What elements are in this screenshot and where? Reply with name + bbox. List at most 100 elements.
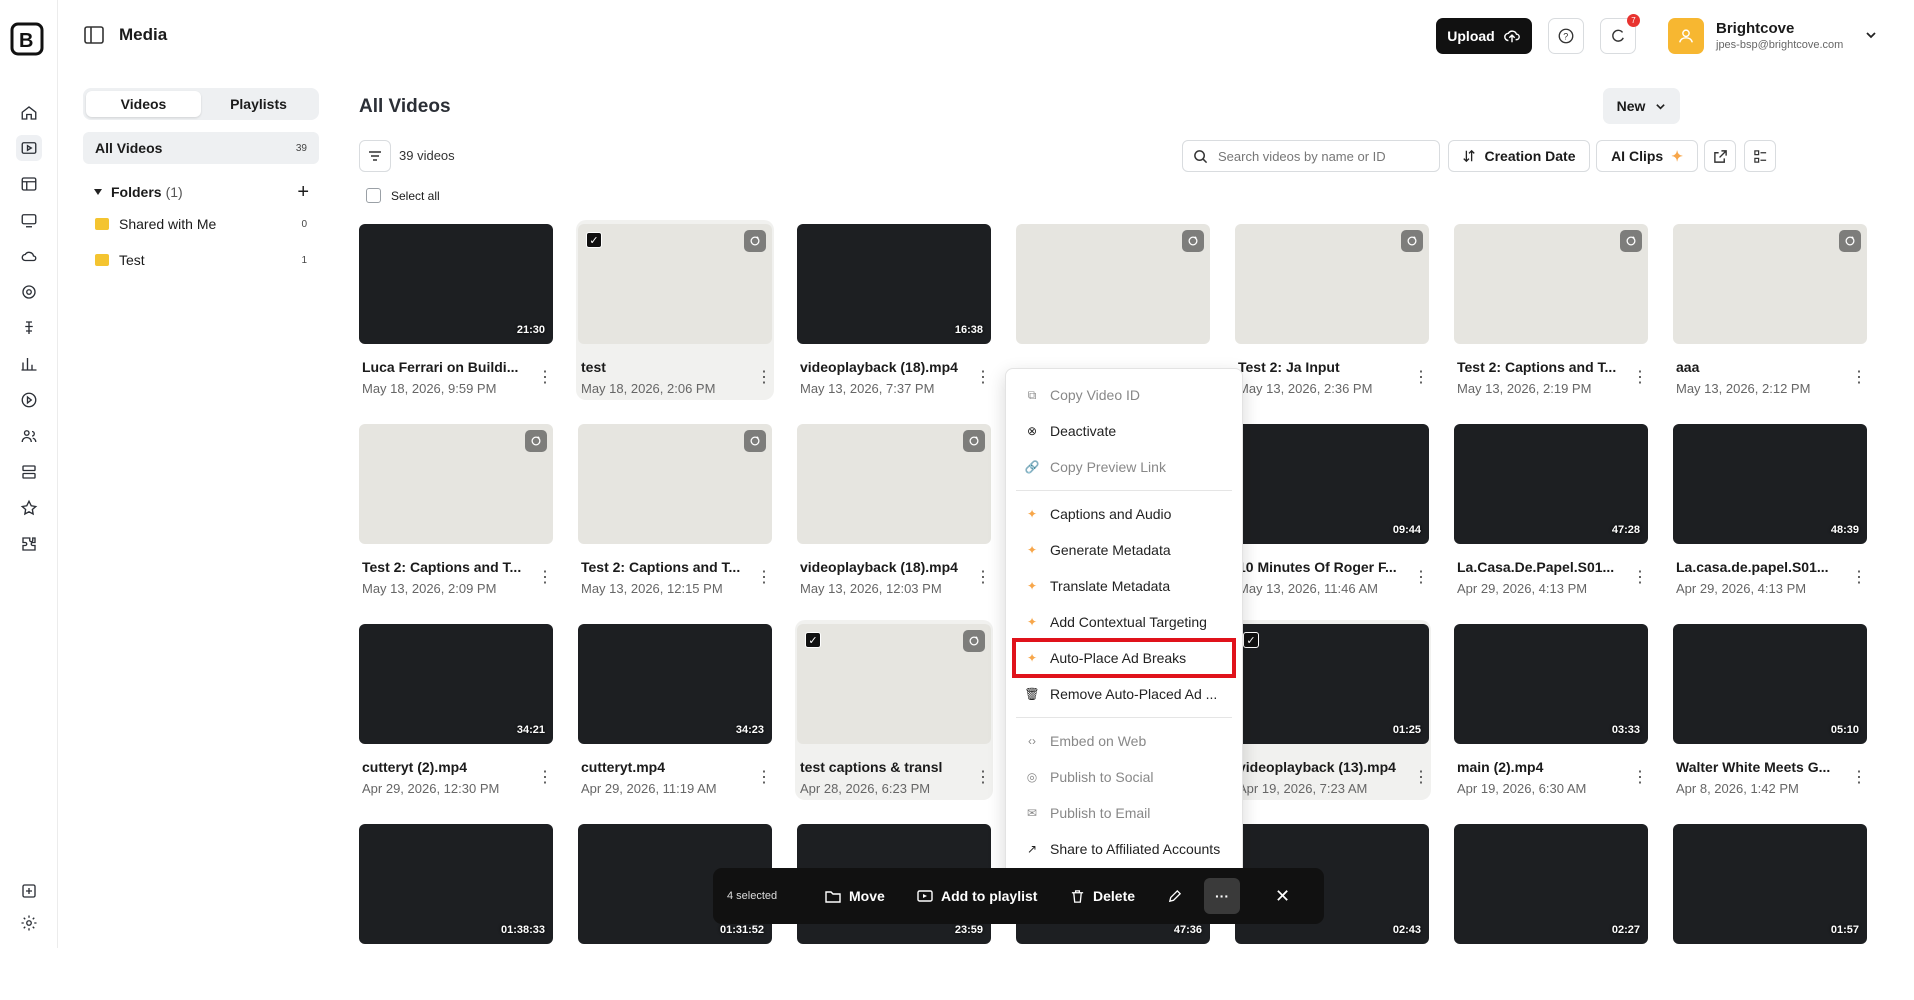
- more-options-icon[interactable]: ⋮: [1632, 370, 1648, 386]
- add-app-icon[interactable]: [16, 878, 42, 904]
- play-circle-icon[interactable]: [16, 387, 42, 413]
- video-name[interactable]: videoplayback (13).mp4: [1238, 759, 1400, 775]
- video-card[interactable]: 34:23 cutteryt.mp4 Apr 29, 2026, 11:19 AM ⋮: [576, 620, 774, 800]
- storage-icon[interactable]: [16, 459, 42, 485]
- more-options-icon[interactable]: ⋮: [975, 770, 991, 786]
- video-card[interactable]: 01:38:33: [357, 820, 555, 1000]
- video-name[interactable]: main (2).mp4: [1457, 759, 1619, 775]
- video-thumbnail[interactable]: 09:44: [1235, 424, 1429, 544]
- video-card[interactable]: 48:39 La.casa.de.papel.S01... Apr 29, 2026…: [1671, 420, 1869, 600]
- video-thumbnail[interactable]: [1454, 224, 1648, 344]
- sort-button[interactable]: Creation Date: [1448, 140, 1590, 172]
- menu-item[interactable]: ✉ Publish to Email: [1014, 795, 1234, 831]
- more-options-icon[interactable]: ⋮: [1413, 570, 1429, 586]
- menu-item[interactable]: ↗ Share to Affiliated Accounts: [1014, 831, 1234, 867]
- video-card[interactable]: Test 2: Ja Input May 13, 2026, 2:36 PM ⋮: [1233, 220, 1431, 400]
- video-name[interactable]: videoplayback (18).mp4: [800, 559, 962, 575]
- video-card[interactable]: ✓ test May 18, 2026, 2:06 PM ⋮: [576, 220, 774, 400]
- video-card[interactable]: aaa May 13, 2026, 2:12 PM ⋮: [1671, 220, 1869, 400]
- video-card[interactable]: 01:57: [1671, 820, 1869, 1000]
- video-name[interactable]: test captions & transl: [800, 759, 962, 775]
- sidebar-toggle-icon[interactable]: [83, 24, 105, 46]
- video-name[interactable]: 10 Minutes Of Roger F...: [1238, 559, 1400, 575]
- ai-clip-icon[interactable]: [744, 430, 766, 452]
- star-icon[interactable]: [16, 495, 42, 521]
- search-input[interactable]: Search videos by name or ID: [1182, 140, 1440, 172]
- more-options-icon[interactable]: ⋮: [1632, 770, 1648, 786]
- video-thumbnail[interactable]: [1673, 224, 1867, 344]
- ai-clip-icon[interactable]: [963, 630, 985, 652]
- video-thumbnail[interactable]: 48:39: [1673, 424, 1867, 544]
- video-thumbnail[interactable]: 01:57: [1673, 824, 1867, 944]
- account-menu[interactable]: Brightcove jpes-bsp@brightcove.com: [1716, 20, 1843, 51]
- video-card[interactable]: 05:10 Walter White Meets G... Apr 8, 2026,…: [1671, 620, 1869, 800]
- menu-item[interactable]: ⊗ Deactivate: [1014, 413, 1234, 449]
- media-icon[interactable]: [16, 135, 42, 161]
- video-thumbnail[interactable]: 47:28: [1454, 424, 1648, 544]
- video-name[interactable]: test: [581, 359, 743, 375]
- video-thumbnail[interactable]: 01:38:33: [359, 824, 553, 944]
- video-name[interactable]: Luca Ferrari on Buildi...: [362, 359, 524, 375]
- video-name[interactable]: Test 2: Ja Input: [1238, 359, 1400, 375]
- sidebar-item-test[interactable]: Test 1: [83, 242, 319, 278]
- video-name[interactable]: Test 2: Captions and T...: [362, 559, 524, 575]
- video-card[interactable]: 02:27: [1452, 820, 1650, 1000]
- more-options-icon[interactable]: ⋮: [756, 570, 772, 586]
- more-options-icon[interactable]: ⋮: [537, 370, 553, 386]
- video-name[interactable]: Walter White Meets G...: [1676, 759, 1838, 775]
- more-options-icon[interactable]: ⋮: [1851, 570, 1867, 586]
- more-options-icon[interactable]: ⋮: [1413, 370, 1429, 386]
- upload-button[interactable]: Upload: [1436, 18, 1532, 54]
- ai-clip-icon[interactable]: [963, 430, 985, 452]
- chevron-down-icon[interactable]: [1865, 28, 1877, 46]
- video-thumbnail[interactable]: [578, 424, 772, 544]
- video-card[interactable]: 16:38 videoplayback (18).mp4 May 13, 2026,…: [795, 220, 993, 400]
- ai-clip-icon[interactable]: [525, 430, 547, 452]
- video-name[interactable]: La.Casa.De.Papel.S01...: [1457, 559, 1619, 575]
- new-button[interactable]: New: [1603, 88, 1680, 124]
- users-icon[interactable]: [16, 423, 42, 449]
- add-to-playlist-button[interactable]: Add to playlist: [917, 888, 1037, 904]
- video-name[interactable]: Test 2: Captions and T...: [1457, 359, 1619, 375]
- video-checkbox[interactable]: ✓: [1243, 632, 1259, 648]
- video-card[interactable]: Test 2: Captions and T... May 13, 2026, 1…: [576, 420, 774, 600]
- more-options-icon[interactable]: ⋮: [756, 770, 772, 786]
- more-options-icon[interactable]: ⋮: [756, 370, 772, 386]
- home-icon[interactable]: [16, 100, 42, 126]
- help-button[interactable]: ?: [1548, 18, 1584, 54]
- delete-button[interactable]: Delete: [1070, 888, 1135, 904]
- select-all-checkbox[interactable]: [366, 188, 381, 203]
- more-options-icon[interactable]: ⋮: [1413, 770, 1429, 786]
- menu-item[interactable]: ✦ Generate Metadata: [1014, 532, 1234, 568]
- video-card[interactable]: Test 2: Captions and T... May 13, 2026, 2…: [1452, 220, 1650, 400]
- video-thumbnail[interactable]: [359, 424, 553, 544]
- video-card[interactable]: 01:25 ✓ videoplayback (13).mp4 Apr 19, 2026…: [1233, 620, 1431, 800]
- view-toggle-button[interactable]: [1744, 140, 1776, 172]
- menu-item[interactable]: ‹› Embed on Web: [1014, 723, 1234, 759]
- more-options-icon[interactable]: ⋮: [975, 570, 991, 586]
- video-thumbnail[interactable]: 34:21: [359, 624, 553, 744]
- ai-clip-icon[interactable]: [1401, 230, 1423, 252]
- catalog-icon[interactable]: [16, 171, 42, 197]
- export-button[interactable]: [1704, 140, 1736, 172]
- sidebar-item-all-videos[interactable]: All Videos 39: [83, 132, 319, 164]
- select-all[interactable]: Select all: [366, 188, 440, 203]
- video-card[interactable]: videoplayback (18).mp4 May 13, 2026, 12:0…: [795, 420, 993, 600]
- video-thumbnail[interactable]: 01:25 ✓: [1235, 624, 1429, 744]
- video-name[interactable]: aaa: [1676, 359, 1838, 375]
- avatar[interactable]: [1668, 18, 1704, 54]
- video-card[interactable]: 34:21 cutteryt (2).mp4 Apr 29, 2026, 12:30…: [357, 620, 555, 800]
- more-actions-icon[interactable]: ···: [1204, 878, 1240, 914]
- players-icon[interactable]: [16, 207, 42, 233]
- puzzle-icon[interactable]: [16, 531, 42, 557]
- cloud-icon[interactable]: [16, 243, 42, 269]
- menu-item[interactable]: 🗑 Remove Auto-Placed Ad ...: [1014, 676, 1234, 712]
- move-button[interactable]: Move: [825, 888, 885, 904]
- more-options-icon[interactable]: ⋮: [1851, 370, 1867, 386]
- menu-item[interactable]: 🔗 Copy Preview Link: [1014, 449, 1234, 485]
- video-checkbox[interactable]: ✓: [586, 232, 602, 248]
- video-thumbnail[interactable]: ✓: [578, 224, 772, 344]
- video-thumbnail[interactable]: 16:38: [797, 224, 991, 344]
- analytics-icon[interactable]: [16, 351, 42, 377]
- menu-item[interactable]: ✦ Translate Metadata: [1014, 568, 1234, 604]
